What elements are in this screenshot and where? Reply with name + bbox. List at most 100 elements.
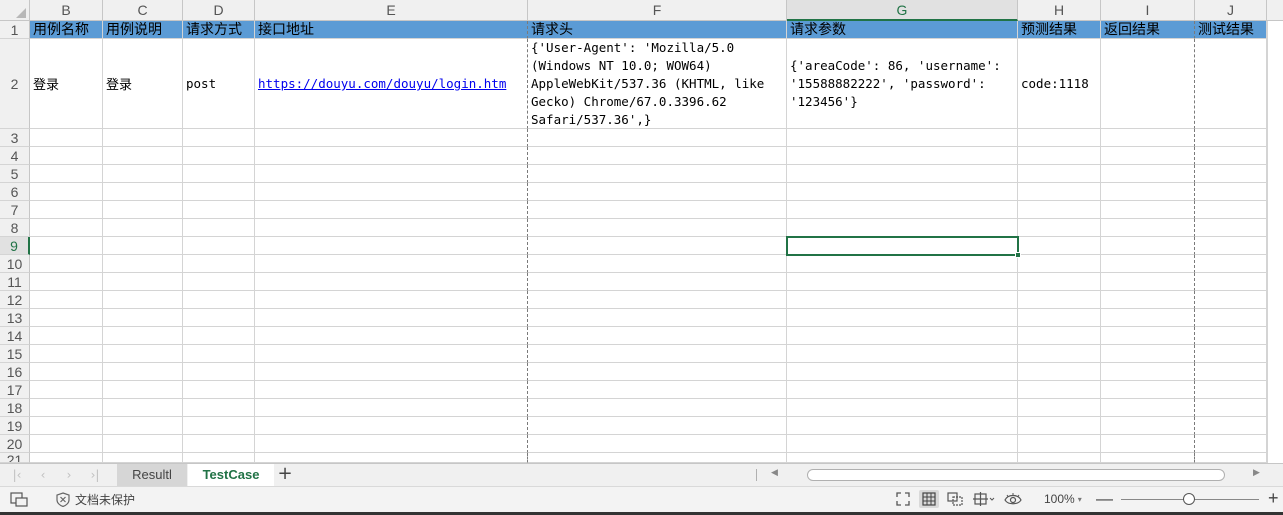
empty-cell[interactable] (1018, 183, 1101, 201)
empty-cell[interactable] (183, 147, 255, 165)
empty-cell[interactable] (103, 291, 183, 309)
empty-cell[interactable] (1018, 201, 1101, 219)
empty-cell[interactable] (30, 363, 103, 381)
empty-cell[interactable] (1018, 309, 1101, 327)
empty-cell[interactable] (103, 129, 183, 147)
cell-f2[interactable]: {'User-Agent': 'Mozilla/5.0 (Windows NT … (528, 39, 787, 129)
empty-cell[interactable] (1195, 219, 1267, 237)
column-header-e[interactable]: E (255, 0, 528, 20)
empty-cell[interactable] (255, 435, 528, 453)
cell-c1[interactable]: 用例说明 (103, 21, 183, 39)
empty-cell[interactable] (1101, 435, 1195, 453)
row-header-12[interactable]: 12 (0, 291, 30, 309)
empty-cell[interactable] (787, 435, 1018, 453)
empty-cell[interactable] (528, 381, 787, 399)
empty-cell[interactable] (1195, 399, 1267, 417)
empty-cell[interactable] (1018, 381, 1101, 399)
empty-cell[interactable] (103, 273, 183, 291)
row-header-16[interactable]: 16 (0, 363, 30, 381)
row-header-2[interactable]: 2 (0, 39, 30, 129)
empty-cell[interactable] (30, 219, 103, 237)
empty-cell[interactable] (255, 309, 528, 327)
empty-cell[interactable] (255, 417, 528, 435)
empty-cell[interactable] (787, 453, 1018, 463)
empty-cell[interactable] (528, 399, 787, 417)
empty-cell[interactable] (183, 273, 255, 291)
empty-cell[interactable] (30, 309, 103, 327)
empty-cell[interactable] (255, 399, 528, 417)
empty-cell[interactable] (787, 201, 1018, 219)
row-header-5[interactable]: 5 (0, 165, 30, 183)
empty-cell[interactable] (1195, 255, 1267, 273)
empty-cell[interactable] (183, 291, 255, 309)
empty-cell[interactable] (1018, 345, 1101, 363)
empty-cell[interactable] (1195, 327, 1267, 345)
empty-cell[interactable] (787, 345, 1018, 363)
empty-cell[interactable] (1018, 291, 1101, 309)
empty-cell[interactable] (1018, 399, 1101, 417)
empty-cell[interactable] (255, 201, 528, 219)
empty-cell[interactable] (787, 363, 1018, 381)
empty-cell[interactable] (183, 237, 255, 255)
empty-cell[interactable] (255, 273, 528, 291)
empty-cell[interactable] (183, 183, 255, 201)
empty-cell[interactable] (1018, 273, 1101, 291)
empty-cell[interactable] (103, 435, 183, 453)
empty-cell[interactable] (103, 327, 183, 345)
cell-g1[interactable]: 请求参数 (787, 21, 1018, 39)
column-header-h[interactable]: H (1018, 0, 1101, 20)
empty-cell[interactable] (787, 219, 1018, 237)
row-header-18[interactable]: 18 (0, 399, 30, 417)
empty-cell[interactable] (183, 219, 255, 237)
row-header-1[interactable]: 1 (0, 21, 30, 39)
empty-cell[interactable] (103, 219, 183, 237)
empty-cell[interactable] (30, 237, 103, 255)
select-all-triangle-icon[interactable] (16, 8, 26, 18)
empty-cell[interactable] (787, 291, 1018, 309)
empty-cell[interactable] (30, 435, 103, 453)
cell-f1[interactable]: 请求头 (528, 21, 787, 39)
row-header-7[interactable]: 7 (0, 201, 30, 219)
empty-cell[interactable] (1101, 201, 1195, 219)
empty-cell[interactable] (1101, 147, 1195, 165)
empty-cell[interactable] (787, 183, 1018, 201)
cell-j1[interactable]: 测试结果 (1195, 21, 1267, 39)
tab-splitter[interactable] (756, 469, 757, 481)
empty-cell[interactable] (1018, 129, 1101, 147)
first-sheet-icon[interactable]: |‹ (10, 468, 24, 482)
empty-cell[interactable] (1195, 129, 1267, 147)
empty-cell[interactable] (30, 399, 103, 417)
empty-cell[interactable] (1018, 327, 1101, 345)
cell-b2[interactable]: 登录 (30, 39, 103, 129)
empty-cell[interactable] (1018, 165, 1101, 183)
empty-cell[interactable] (183, 165, 255, 183)
empty-cell[interactable] (183, 345, 255, 363)
empty-cell[interactable] (255, 237, 528, 255)
row-header-6[interactable]: 6 (0, 183, 30, 201)
empty-cell[interactable] (528, 309, 787, 327)
protection-status[interactable]: 文档未保护 (56, 491, 135, 508)
empty-cell[interactable] (1101, 399, 1195, 417)
sheet-tab-resultl[interactable]: Resultl (117, 464, 187, 486)
empty-cell[interactable] (787, 273, 1018, 291)
empty-cell[interactable] (787, 129, 1018, 147)
empty-cell[interactable] (1018, 363, 1101, 381)
zoom-in-icon[interactable]: + (1268, 488, 1279, 509)
empty-cell[interactable] (1101, 345, 1195, 363)
empty-cell[interactable] (1101, 309, 1195, 327)
empty-cell[interactable] (103, 183, 183, 201)
empty-cell[interactable] (1101, 219, 1195, 237)
cell-e1[interactable]: 接口地址 (255, 21, 528, 39)
row-header-17[interactable]: 17 (0, 381, 30, 399)
column-header-d[interactable]: D (183, 0, 255, 20)
empty-cell[interactable] (183, 453, 255, 463)
row-header-9[interactable]: 9 (0, 237, 30, 255)
cell-d2[interactable]: post (183, 39, 255, 129)
empty-cell[interactable] (103, 453, 183, 463)
empty-cell[interactable] (787, 399, 1018, 417)
empty-cell[interactable] (183, 201, 255, 219)
row-header-10[interactable]: 10 (0, 255, 30, 273)
empty-cell[interactable] (1101, 381, 1195, 399)
empty-cell[interactable] (528, 345, 787, 363)
empty-cell[interactable] (103, 147, 183, 165)
